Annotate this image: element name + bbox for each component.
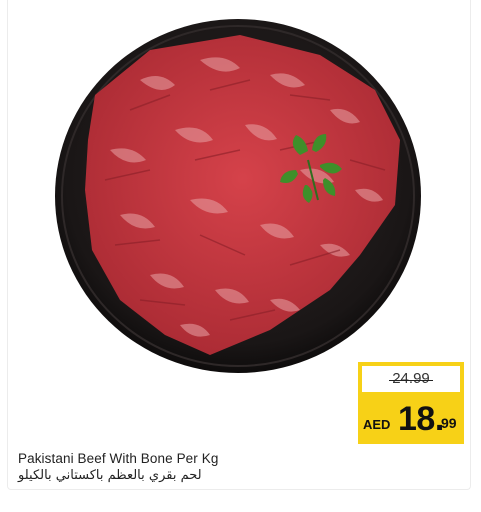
price-badge: 24.99 AED 18. 99	[358, 362, 464, 444]
product-image[interactable]	[0, 0, 481, 400]
old-price: 24.99	[389, 366, 433, 392]
product-title-ar[interactable]: لحم بقري بالعظم باكستاني بالكيلو	[18, 468, 202, 483]
product-title-en[interactable]: Pakistani Beef With Bone Per Kg	[18, 451, 218, 466]
currency-label: AED	[363, 417, 391, 432]
current-price-cents: 99	[441, 415, 457, 431]
current-price-whole: 18.	[398, 400, 444, 438]
old-price-band: 24.99	[362, 366, 460, 392]
